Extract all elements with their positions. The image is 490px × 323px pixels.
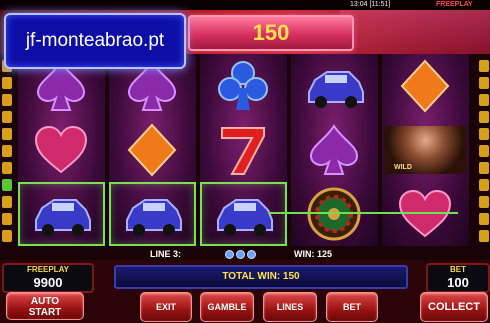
collect-button[interactable]: COLLECT — [420, 292, 488, 322]
reel-area: WILD — [18, 54, 473, 246]
win-line — [268, 212, 458, 214]
symbol-car — [291, 54, 378, 118]
line-marker — [2, 145, 12, 157]
mode-text: FREEPLAY — [436, 1, 473, 8]
top-status-strip: 13:04 [11:51] FREEPLAY — [0, 0, 490, 10]
bet-value: 100 — [447, 275, 469, 290]
auto-start-label-1: AUTO — [30, 296, 60, 307]
status-bar: LINE 3: WIN: 125 — [120, 248, 470, 260]
heart-icon — [398, 189, 452, 238]
lines-button[interactable]: LINES — [263, 292, 317, 322]
line-marker — [2, 230, 12, 242]
reel-1 — [18, 54, 107, 246]
roulette-icon — [307, 187, 361, 241]
line-marker — [2, 111, 12, 123]
car-icon — [217, 199, 273, 236]
car-icon — [308, 71, 364, 108]
line-marker — [2, 213, 12, 225]
line-label: LINE 3: — [150, 249, 182, 259]
spade-icon — [309, 124, 359, 175]
symbol-wild: WILD — [382, 118, 469, 182]
reel-3 — [200, 54, 289, 246]
line-marker — [2, 94, 12, 106]
symbol-roulette — [291, 182, 378, 246]
diamond-icon — [400, 59, 450, 113]
symbol-car — [109, 182, 196, 246]
seven-icon — [221, 127, 265, 175]
reel-5: WILD — [382, 54, 471, 246]
line-win-label: WIN: 125 — [294, 249, 333, 259]
total-win-display: TOTAL WIN: 150 — [114, 265, 408, 289]
reel-2 — [109, 54, 198, 246]
gamble-button[interactable]: GAMBLE — [200, 292, 254, 322]
right-line-indicators — [479, 60, 489, 248]
line-marker — [479, 179, 489, 191]
symbol-club — [200, 54, 287, 118]
symbol-car — [200, 182, 287, 246]
freeplay-value: 9900 — [33, 275, 63, 290]
heart-icon — [34, 125, 88, 174]
line-marker — [479, 162, 489, 174]
left-line-indicators — [2, 60, 12, 248]
freeplay-caption: FREEPLAY — [27, 265, 69, 274]
bet-caption: BET — [450, 265, 466, 274]
symbol-diamond — [382, 54, 469, 118]
line-marker — [479, 213, 489, 225]
auto-start-label-2: START — [28, 307, 62, 318]
clock-text: 13:04 [11:51] — [350, 1, 391, 8]
line-marker — [479, 94, 489, 106]
line-marker — [2, 162, 12, 174]
symbol-seven — [200, 118, 287, 182]
line-marker — [2, 196, 12, 208]
car-icon — [35, 199, 91, 236]
coin-icon — [247, 250, 256, 259]
line-marker — [479, 60, 489, 72]
bet-button[interactable]: BET — [326, 292, 378, 322]
line-marker — [479, 128, 489, 140]
exit-button[interactable]: EXIT — [140, 292, 192, 322]
line-marker — [479, 196, 489, 208]
auto-start-button[interactable]: AUTO START — [6, 292, 84, 320]
coin-icon — [236, 250, 245, 259]
line-marker — [479, 230, 489, 242]
symbol-spade — [291, 118, 378, 182]
wild-label: WILD — [394, 164, 412, 171]
line-marker — [479, 145, 489, 157]
line-marker — [479, 111, 489, 123]
line-marker — [2, 77, 12, 89]
line-marker-active — [2, 179, 12, 191]
line-marker — [479, 77, 489, 89]
bet-panel: BET 100 — [426, 263, 490, 293]
city-skyline — [340, 10, 490, 54]
symbol-car — [18, 182, 105, 246]
car-icon — [126, 199, 182, 236]
symbol-diamond — [109, 118, 196, 182]
line-marker — [2, 128, 12, 140]
club-icon — [218, 61, 268, 110]
watermark-logo: jf-monteabrao.pt — [4, 13, 186, 69]
reel-4 — [291, 54, 380, 246]
symbol-heart — [382, 182, 469, 246]
coin-icon — [225, 250, 234, 259]
diamond-icon — [127, 123, 177, 177]
win-display: 150 — [188, 15, 354, 51]
symbol-heart — [18, 118, 105, 182]
freeplay-panel: FREEPLAY 9900 — [2, 263, 94, 293]
